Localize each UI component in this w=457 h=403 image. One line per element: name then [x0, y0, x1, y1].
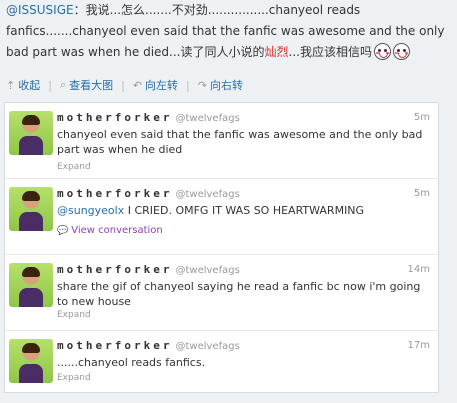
author-handle: @twelvefags [175, 113, 240, 124]
author-name: motherforker [57, 339, 173, 352]
author-name: motherforker [57, 111, 173, 124]
tweet-item[interactable]: motherforker @twelvefags 14m share the gi… [5, 255, 438, 331]
post-highlight-text: 灿烈 [264, 45, 289, 59]
tweet-text: @sungyeolx I CRIED. OMFG IT WAS SO HEART… [57, 203, 433, 218]
author-name: motherforker [57, 187, 173, 200]
tweet-author[interactable]: motherforker @twelvefags [57, 263, 240, 276]
expand-link[interactable]: Expand [57, 310, 91, 320]
rotate-left-label: 向左转 [145, 79, 179, 92]
collapse-button[interactable]: ⇡ 收起 [6, 77, 40, 93]
rotate-left-icon: ↶ [132, 78, 143, 92]
avatar[interactable] [9, 339, 53, 383]
tweet-time[interactable]: 5m [414, 112, 430, 123]
rotate-right-button[interactable]: ↷ 向右转 [198, 77, 243, 93]
collapse-arrow-icon: ⇡ [6, 78, 16, 92]
tweet-author[interactable]: motherforker @twelvefags [57, 339, 240, 352]
blush-face-icon [392, 43, 410, 60]
avatar[interactable] [9, 263, 53, 307]
author-handle: @twelvefags [175, 265, 240, 276]
speech-bubble-icon: 💬 [57, 226, 69, 236]
avatar[interactable] [9, 187, 53, 231]
tweet-time[interactable]: 14m [408, 264, 430, 275]
author-handle: @twelvefags [175, 189, 240, 200]
zoom-icon: ⌕ [59, 78, 67, 91]
tweet-item[interactable]: motherforker @twelvefags 5m chanyeol even… [5, 103, 438, 179]
expand-link[interactable]: Expand [57, 162, 91, 172]
tweet-text: ......chanyeol reads fanfics. [57, 356, 206, 369]
tweet-author[interactable]: motherforker @twelvefags [57, 111, 240, 124]
view-conversation-link[interactable]: 💬 View conversation [57, 225, 163, 236]
image-toolbar: ⇡ 收起 | ⌕ 查看大图 | ↶ 向左转 | ↷ 向右转 [6, 76, 243, 94]
tweet-text: share the gif of chanyeol saying he read… [57, 280, 421, 308]
tweet-text-body: I CRIED. OMFG IT WAS SO HEARTWARMING [124, 204, 365, 217]
view-large-button[interactable]: ⌕ 查看大图 [60, 77, 113, 93]
toolbar-divider: | [48, 78, 52, 92]
rotate-right-icon: ↷ [197, 78, 207, 92]
tweet-time[interactable]: 5m [414, 188, 430, 199]
view-conversation-label: View conversation [71, 225, 163, 236]
tweet-item[interactable]: motherforker @twelvefags 5m @sungyeolx I … [5, 179, 438, 255]
tweet-time[interactable]: 17m [408, 340, 430, 351]
reply-mention-link[interactable]: @sungyeolx [57, 204, 124, 217]
tweet-screenshot-panel: motherforker @twelvefags 5m chanyeol even… [4, 102, 439, 393]
post-mention-link[interactable]: @ISSUSIGE [6, 3, 74, 17]
author-handle: @twelvefags [175, 341, 240, 352]
view-large-label: 查看大图 [69, 79, 114, 92]
tweet-text: chanyeol even said that the fanfic was a… [57, 128, 423, 156]
post-text-end: ...我应该相信吗 [288, 45, 372, 59]
avatar[interactable] [9, 111, 53, 155]
toolbar-divider: | [186, 78, 190, 92]
expand-link[interactable]: Expand [57, 373, 91, 383]
blush-face-icon [373, 43, 391, 60]
rotate-left-button[interactable]: ↶ 向左转 [133, 77, 178, 93]
tweet-author[interactable]: motherforker @twelvefags [57, 187, 240, 200]
toolbar-divider: | [121, 78, 125, 92]
rotate-right-label: 向右转 [209, 79, 243, 92]
tweet-item[interactable]: motherforker @twelvefags 17m ......chanye… [5, 331, 438, 393]
post-text: @ISSUSIGE：我说...怎么.......不对劲.............… [6, 0, 452, 63]
collapse-label: 收起 [18, 79, 41, 92]
author-name: motherforker [57, 263, 173, 276]
